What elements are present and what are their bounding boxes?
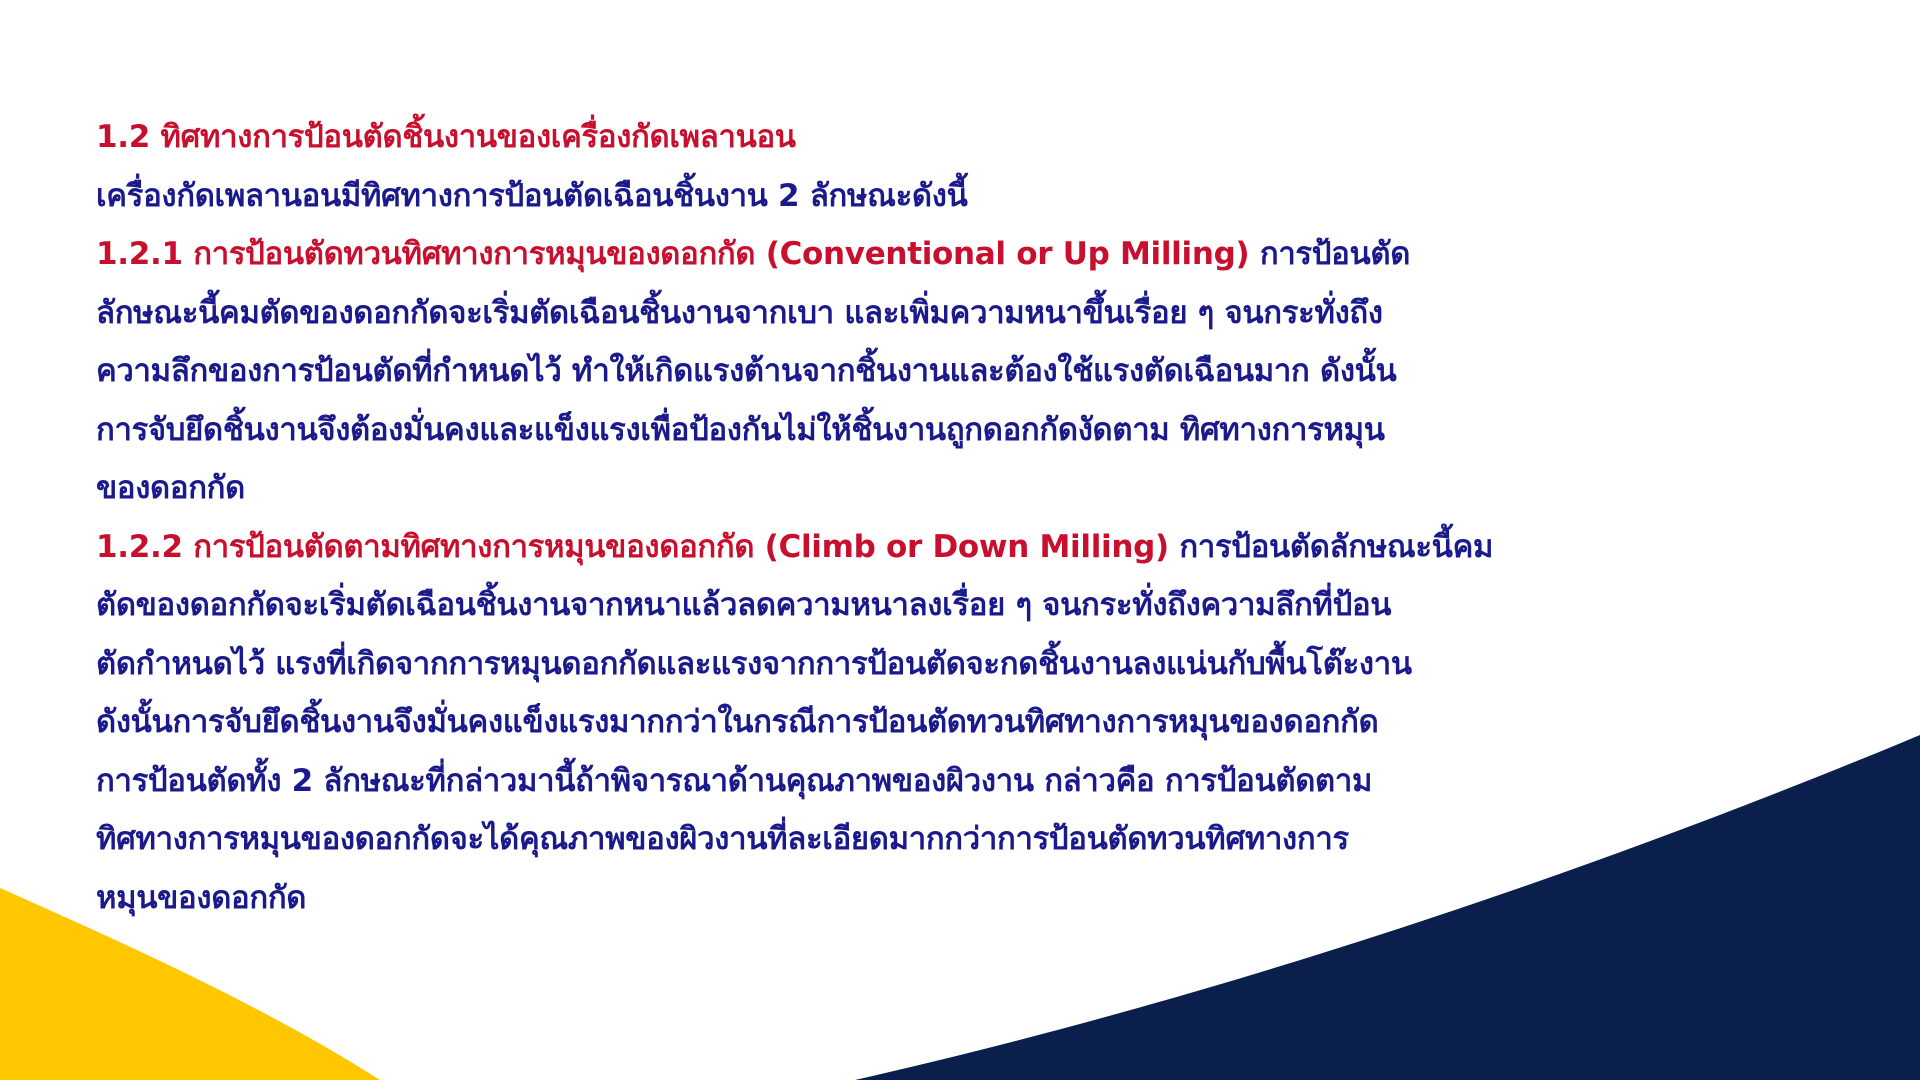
section-1-first-line: 1.2.1 การป้อนตัดทวนทิศทางการหมุนของดอกกั… bbox=[96, 225, 1856, 284]
section-1-line-4: การจับยึดชิ้นงานจึงต้องมั่นคงและแข็งแรงเ… bbox=[96, 411, 1385, 448]
summary-line-1: การป้อนตัดทั้ง 2 ลักษณะที่กล่าวมานี้ถ้าพ… bbox=[96, 762, 1373, 799]
section-2-line-1-tail: การป้อนตัดลักษณะนี้คม bbox=[1168, 528, 1494, 565]
section-2-title: 1.2.2 การป้อนตัดตามทิศทางการหมุนของดอกกั… bbox=[96, 528, 1169, 565]
summary-line-3: หมุนของดอกกัด bbox=[96, 879, 307, 916]
section-2-first-line: 1.2.2 การป้อนตัดตามทิศทางการหมุนของดอกกั… bbox=[96, 518, 1856, 577]
section-1-line-5: ของดอกกัด bbox=[96, 470, 245, 506]
section-1-line-1-tail: การป้อนตัด bbox=[1249, 236, 1411, 272]
summary-line-2: ทิศทางการหมุนของดอกกัดจะได้คุณภาพของผิวง… bbox=[96, 821, 1349, 857]
slide-text-body: 1.2 ทิศทางการป้อนตัดชิ้นงานของเครื่องกัด… bbox=[96, 108, 1856, 927]
intro-line: เครื่องกัดเพลานอนมีทิศทางการป้อนตัดเฉือน… bbox=[96, 177, 968, 214]
section-1-line-3: ความลึกของการป้อนตัดที่กำหนดไว้ ทำให้เกิ… bbox=[96, 353, 1397, 389]
section-2-line-3: ตัดกำหนดไว้ แรงที่เกิดจากการหมุนดอกกัดแล… bbox=[96, 645, 1412, 682]
section-2-line-4: ดังนั้นการจับยึดชิ้นงานจึงมั่นคงแข็งแรงม… bbox=[96, 704, 1379, 740]
slide: 1.2 ทิศทางการป้อนตัดชิ้นงานของเครื่องกัด… bbox=[0, 0, 1920, 1080]
section-1-line-2: ลักษณะนี้คมตัดของดอกกัดจะเริ่มตัดเฉือนชิ… bbox=[96, 294, 1383, 331]
section-1-title: 1.2.1 การป้อนตัดทวนทิศทางการหมุนของดอกกั… bbox=[96, 236, 1250, 272]
heading: 1.2 ทิศทางการป้อนตัดชิ้นงานของเครื่องกัด… bbox=[96, 119, 796, 155]
section-2-line-2: ตัดของดอกกัดจะเริ่มตัดเฉือนชิ้นงานจากหนา… bbox=[96, 587, 1392, 623]
